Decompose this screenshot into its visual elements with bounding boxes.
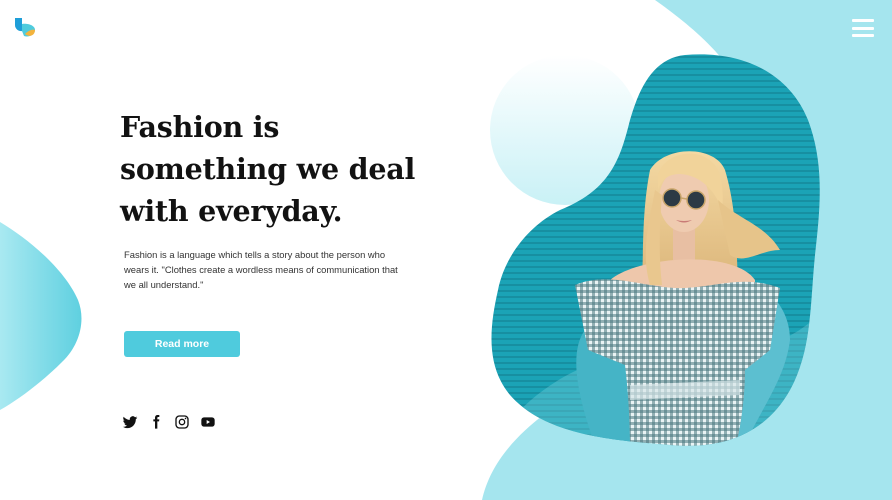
hero-description: Fashion is a language which tells a stor… <box>124 249 398 290</box>
hero-photo <box>491 54 820 446</box>
menu-bar <box>852 34 874 37</box>
hamburger-menu-icon[interactable] <box>852 19 874 37</box>
social-links <box>122 414 216 430</box>
youtube-icon[interactable] <box>200 414 216 430</box>
twitter-icon[interactable] <box>122 414 138 430</box>
facebook-icon[interactable] <box>148 414 164 430</box>
logo-icon[interactable] <box>13 16 37 40</box>
left-triangle-shape <box>0 222 82 410</box>
menu-bar <box>852 26 874 30</box>
instagram-icon[interactable] <box>174 414 190 430</box>
menu-bar <box>852 19 874 22</box>
read-more-button[interactable]: Read more <box>124 331 240 357</box>
hero-headline: Fashion is something we deal with everyd… <box>120 110 416 228</box>
